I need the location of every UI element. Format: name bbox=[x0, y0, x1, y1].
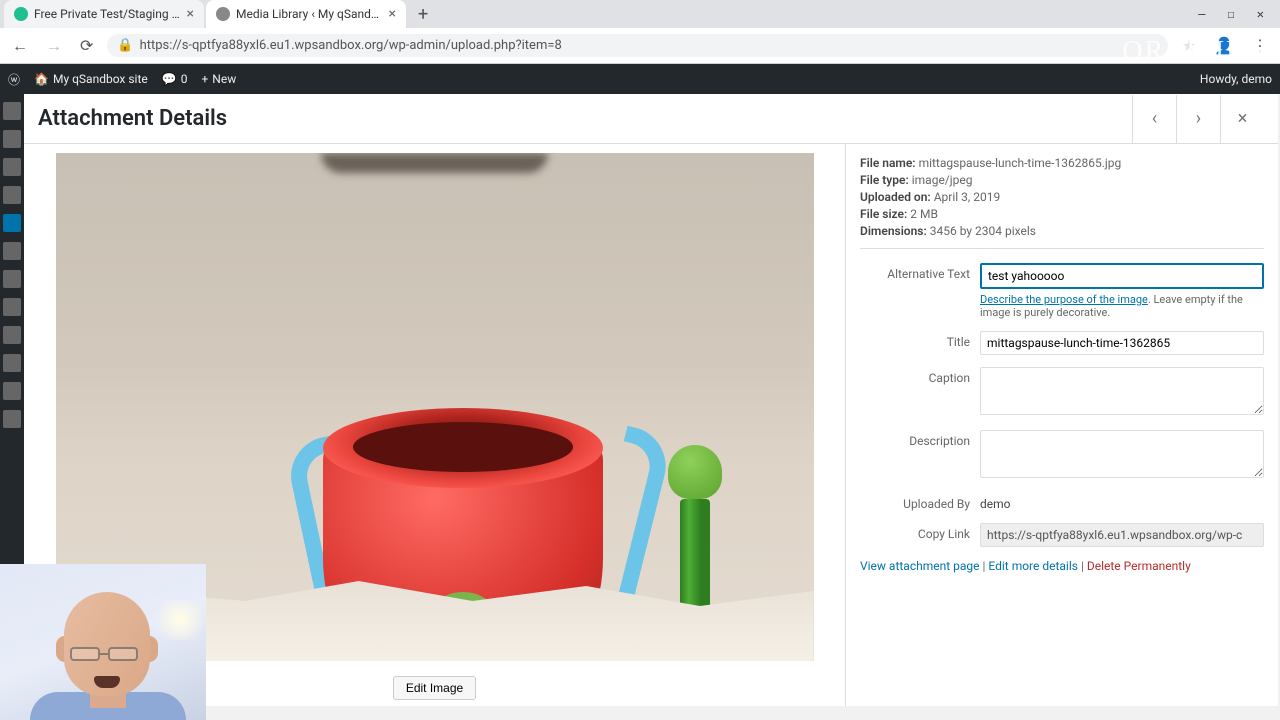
sidebar-item[interactable] bbox=[3, 102, 21, 120]
brand-watermark: ORBISIUS bbox=[1122, 36, 1266, 68]
sidebar-item[interactable] bbox=[3, 130, 21, 148]
copy-link-label: Copy Link bbox=[860, 523, 980, 547]
sidebar-item[interactable] bbox=[3, 186, 21, 204]
alt-help-link[interactable]: Describe the purpose of the image bbox=[980, 293, 1148, 306]
alt-help-text: Describe the purpose of the image. Leave… bbox=[980, 293, 1264, 319]
wp-logo-icon[interactable]: ⓦ bbox=[8, 71, 20, 88]
tab-title: Media Library ‹ My qSandbox sit bbox=[236, 7, 383, 21]
uploaded-by-value: demo bbox=[980, 493, 1264, 511]
reload-button[interactable]: ⟳ bbox=[76, 34, 97, 57]
new-content-link[interactable]: + New bbox=[201, 72, 236, 86]
sidebar-item[interactable] bbox=[3, 354, 21, 372]
tab-bar: Free Private Test/Staging WordP × Media … bbox=[0, 0, 1280, 28]
modal-title: Attachment Details bbox=[38, 106, 227, 131]
copy-link-input[interactable] bbox=[980, 523, 1264, 547]
maximize-button[interactable]: ☐ bbox=[1228, 7, 1235, 21]
attachment-modal: Attachment Details ‹ › × bbox=[24, 94, 1278, 706]
title-input[interactable] bbox=[980, 331, 1264, 355]
sidebar-item-media[interactable] bbox=[3, 214, 21, 232]
edit-image-button[interactable]: Edit Image bbox=[393, 676, 476, 700]
sidebar-item[interactable] bbox=[3, 382, 21, 400]
close-icon[interactable]: × bbox=[389, 6, 396, 22]
delete-permanently-link[interactable]: Delete Permanently bbox=[1087, 559, 1191, 573]
sidebar-item[interactable] bbox=[3, 242, 21, 260]
favicon-icon bbox=[216, 7, 230, 21]
url-input[interactable]: 🔒 https://s-qptfya88yxl6.eu1.wpsandbox.o… bbox=[107, 34, 1167, 57]
uploaded-by-label: Uploaded By bbox=[860, 493, 980, 511]
sidebar-item[interactable] bbox=[3, 158, 21, 176]
action-links: View attachment page | Edit more details… bbox=[860, 559, 1264, 573]
description-label: Description bbox=[860, 430, 980, 481]
forward-button[interactable]: → bbox=[42, 34, 66, 58]
info-dimensions: Dimensions: 3456 by 2304 pixels bbox=[860, 224, 1264, 238]
caption-label: Caption bbox=[860, 367, 980, 418]
lock-icon: 🔒 bbox=[117, 38, 133, 53]
site-link[interactable]: 🏠 My qSandbox site bbox=[34, 72, 148, 86]
sidebar-item[interactable] bbox=[3, 410, 21, 428]
browser-tab[interactable]: Media Library ‹ My qSandbox sit × bbox=[206, 0, 406, 28]
wp-admin-bar: ⓦ 🏠 My qSandbox site 💬 0 + New Howdy, de… bbox=[0, 64, 1280, 94]
url-text: https://s-qptfya88yxl6.eu1.wpsandbox.org… bbox=[140, 38, 562, 53]
address-bar: ← → ⟳ 🔒 https://s-qptfya88yxl6.eu1.wpsan… bbox=[0, 28, 1280, 64]
next-button[interactable]: › bbox=[1176, 95, 1220, 143]
new-tab-button[interactable]: + bbox=[408, 2, 438, 27]
back-button[interactable]: ← bbox=[8, 34, 32, 58]
info-filetype: File type: image/jpeg bbox=[860, 173, 1264, 187]
close-icon[interactable]: × bbox=[187, 6, 194, 22]
tab-title: Free Private Test/Staging WordP bbox=[34, 7, 181, 21]
title-label: Title bbox=[860, 331, 980, 355]
description-input[interactable] bbox=[980, 430, 1264, 478]
browser-tab[interactable]: Free Private Test/Staging WordP × bbox=[4, 0, 204, 28]
view-attachment-link[interactable]: View attachment page bbox=[860, 559, 980, 573]
howdy-user[interactable]: Howdy, demo bbox=[1200, 72, 1272, 86]
sidebar-item[interactable] bbox=[3, 298, 21, 316]
prev-button[interactable]: ‹ bbox=[1132, 95, 1176, 143]
comments-link[interactable]: 💬 0 bbox=[162, 72, 188, 86]
minimize-button[interactable]: — bbox=[1198, 7, 1205, 21]
favicon-icon bbox=[14, 7, 28, 21]
edit-details-link[interactable]: Edit more details bbox=[988, 559, 1078, 573]
info-filesize: File size: 2 MB bbox=[860, 207, 1264, 221]
info-uploaded-on: Uploaded on: April 3, 2019 bbox=[860, 190, 1264, 204]
info-filename: File name: mittagspause-lunch-time-13628… bbox=[860, 156, 1264, 170]
sidebar-item[interactable] bbox=[3, 270, 21, 288]
caption-input[interactable] bbox=[980, 367, 1264, 415]
webcam-overlay bbox=[0, 564, 206, 720]
close-window-button[interactable]: ✕ bbox=[1257, 7, 1264, 21]
close-modal-button[interactable]: × bbox=[1220, 95, 1264, 143]
alt-text-label: Alternative Text bbox=[860, 263, 980, 319]
alt-text-input[interactable] bbox=[980, 263, 1264, 289]
sidebar-item[interactable] bbox=[3, 326, 21, 344]
